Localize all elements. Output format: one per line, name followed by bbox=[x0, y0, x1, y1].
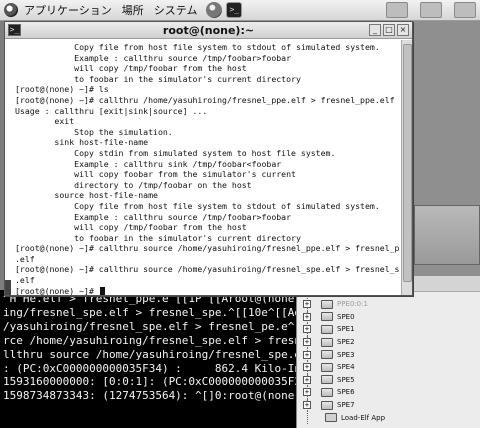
terminal-line: Example : callthru source /tmp/foobar>fo… bbox=[15, 52, 292, 63]
tray-app-icon[interactable] bbox=[420, 2, 442, 18]
terminal-line: Copy file from host file system to stdou… bbox=[15, 200, 380, 211]
tree-item-spe4[interactable]: + SPE4 bbox=[297, 360, 385, 374]
console-line: 1598734873343: (1274753564): ^[]0:root@(… bbox=[3, 389, 296, 403]
expand-icon[interactable]: + bbox=[303, 312, 311, 321]
terminal-line: sink host-file-name bbox=[15, 137, 149, 148]
terminal-line: [root@(none) ~]# callthru source /home/y… bbox=[15, 243, 400, 254]
console-line: rce /home/yasuhiroing/fresnel_spe.elf > … bbox=[3, 333, 296, 347]
tree-list: + PPE0:0:1 + SPE0 + SPE1 + SPE2 + SPE3 +… bbox=[297, 298, 385, 424]
applications-menu[interactable]: アプリケーション bbox=[19, 2, 117, 18]
terminal-line: directory to /tmp/foobar on the host bbox=[15, 179, 252, 190]
minimize-button[interactable]: _ bbox=[369, 24, 381, 36]
terminal-line: exit bbox=[15, 116, 75, 127]
console-line: llthru source /home/yasuhiroing/fresnel_… bbox=[3, 347, 296, 361]
app-icon bbox=[325, 413, 337, 423]
system-tray bbox=[386, 2, 476, 18]
gnome-foot-icon[interactable] bbox=[4, 3, 18, 17]
folder-icon bbox=[321, 400, 333, 410]
places-menu[interactable]: 場所 bbox=[117, 2, 149, 18]
expand-icon[interactable]: + bbox=[303, 401, 311, 410]
terminal-line: to foobar in the simulator's current dir… bbox=[15, 232, 301, 243]
terminal-icon[interactable]: >_ bbox=[8, 24, 21, 36]
console-line: 1593160000000: [0:0:1]: (PC:0xC000000000… bbox=[3, 375, 296, 389]
terminal-line: Copy file from host file system to stdou… bbox=[15, 42, 380, 52]
tree-item-load-elf[interactable]: Load-Elf App bbox=[297, 411, 385, 424]
expand-icon[interactable]: + bbox=[303, 325, 311, 334]
window-titlebar[interactable]: >_ root@(none):~ _ □ × bbox=[5, 22, 412, 39]
terminal-line: [root@(none) ~]# callthru source /home/y… bbox=[15, 264, 400, 275]
terminal-output[interactable]: Copy file from host file system to stdou… bbox=[5, 40, 400, 295]
tree-item-ppe[interactable]: + PPE0:0:1 bbox=[297, 298, 385, 311]
terminal-line: Copy stdin from simulated system to host… bbox=[15, 147, 336, 158]
console-output: ^H^He.elf > fresnel_ppe.e^[[1P^[[Aroot@(… bbox=[3, 292, 296, 403]
tree-item-spe7[interactable]: + SPE7 bbox=[297, 398, 385, 412]
maximize-button[interactable]: □ bbox=[383, 24, 395, 36]
folder-icon bbox=[321, 362, 333, 372]
terminal-line: Example : callthru sink /tmp/foobar<foob… bbox=[15, 158, 282, 169]
tree-item-spe0[interactable]: + SPE0 bbox=[297, 310, 385, 324]
folder-icon bbox=[321, 350, 333, 360]
folder-icon bbox=[321, 375, 333, 385]
terminal-line: will copy /tmp/foobar from the host bbox=[15, 63, 247, 74]
folder-icon bbox=[321, 312, 333, 322]
console-line: : (PC:0xC000000000035F34) : 862.4 Kilo-I… bbox=[3, 361, 296, 375]
terminal-line: will copy /tmp/foobar from the host bbox=[15, 222, 247, 233]
expand-icon[interactable]: + bbox=[303, 375, 311, 384]
folder-icon bbox=[321, 337, 333, 347]
window-controls: _ □ × bbox=[369, 24, 409, 36]
tree-item-spe6[interactable]: + SPE6 bbox=[297, 386, 385, 399]
tree-item-spe3[interactable]: + SPE3 bbox=[297, 348, 385, 361]
folder-icon bbox=[321, 299, 333, 309]
expand-icon[interactable]: + bbox=[303, 338, 311, 347]
terminal-line: .elf bbox=[15, 275, 35, 286]
terminal-line: .elf bbox=[15, 253, 35, 264]
terminal-line: [root@(none) ~]# callthru /home/yasuhiro… bbox=[15, 94, 395, 105]
tray-app-icon[interactable] bbox=[386, 2, 408, 18]
simulator-tree-panel: + PPE0:0:1 + SPE0 + SPE1 + SPE2 + SPE3 +… bbox=[296, 276, 480, 428]
tray-app-icon[interactable] bbox=[454, 2, 476, 18]
console-line: /yasuhiroing/fresnel_spe.elf > fresnel_p… bbox=[3, 319, 296, 333]
tree-item-spe5[interactable]: + SPE5 bbox=[297, 373, 385, 387]
tree-item-spe1[interactable]: + SPE1 bbox=[297, 323, 385, 336]
window-title: root@(none):~ bbox=[162, 23, 255, 37]
background-window-fragment bbox=[414, 205, 480, 265]
terminal-prompt-line[interactable]: [root@(none) ~]# bbox=[15, 286, 400, 295]
tree-item-spe2[interactable]: + SPE2 bbox=[297, 335, 385, 349]
terminal-edge-marker bbox=[5, 280, 11, 295]
folder-icon bbox=[321, 324, 333, 334]
close-button[interactable]: × bbox=[397, 24, 409, 36]
scrollbar-thumb[interactable] bbox=[403, 44, 412, 282]
terminal-window: >_ root@(none):~ _ □ × Copy file from ho… bbox=[4, 21, 413, 296]
console-line: ing/fresnel_spe.elf > fresnel_spe.^[[10e… bbox=[3, 305, 296, 319]
terminal-line: Stop the simulation. bbox=[15, 126, 173, 137]
folder-icon bbox=[321, 387, 333, 397]
terminal-line: source host-file-name bbox=[15, 190, 158, 201]
expand-icon[interactable]: + bbox=[303, 363, 311, 372]
expand-icon[interactable]: + bbox=[303, 300, 311, 309]
terminal-scrollbar[interactable] bbox=[401, 40, 412, 295]
expand-icon[interactable]: + bbox=[303, 350, 311, 359]
terminal-launcher-icon[interactable]: >_ bbox=[226, 2, 243, 18]
terminal-line: [root@(none) ~]# ls bbox=[15, 84, 109, 95]
terminal-line: Usage : callthru [exit|sink|source] ... bbox=[15, 105, 208, 116]
expand-icon[interactable]: + bbox=[303, 388, 311, 397]
terminal-line: to foobar in the simulator's current dir… bbox=[15, 73, 301, 84]
system-menu[interactable]: システム bbox=[149, 2, 203, 18]
terminal-line: will copy foobar from the simulator's cu… bbox=[15, 169, 296, 180]
terminal-line: Example : callthru source /tmp/foobar>fo… bbox=[15, 211, 292, 222]
background-console[interactable]: ^H^He.elf > fresnel_ppe.e^[[1P^[[Aroot@(… bbox=[0, 290, 296, 428]
web-browser-icon[interactable] bbox=[206, 2, 223, 18]
top-panel: アプリケーション 場所 システム >_ bbox=[0, 0, 480, 21]
